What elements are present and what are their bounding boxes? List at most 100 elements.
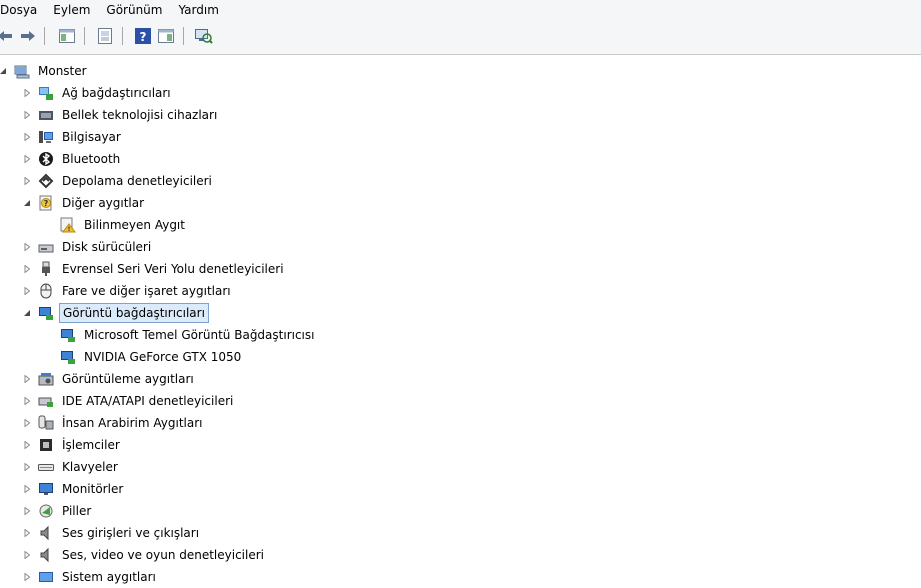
menu-help[interactable]: Yardım	[170, 0, 226, 20]
battery-icon	[38, 503, 54, 519]
tree-category-node[interactable]: Ses, video ve oyun denetleyicileri	[22, 544, 267, 566]
expand-arrow-icon[interactable]	[22, 506, 32, 516]
expand-arrow-icon[interactable]	[22, 572, 32, 582]
collapse-arrow-icon[interactable]	[0, 66, 8, 76]
tree-root-node[interactable]: Monster	[0, 60, 90, 82]
memory-device-icon	[38, 107, 54, 123]
tree-category-node[interactable]: Bellek teknolojisi cihazları	[22, 104, 220, 126]
tree-item-label: Piller	[62, 504, 92, 518]
tree-category-node[interactable]: Fare ve diğer işaret aygıtları	[22, 280, 234, 302]
menu-action[interactable]: Eylem	[45, 0, 98, 20]
console-tree-icon	[59, 29, 75, 43]
expand-arrow-icon[interactable]	[22, 528, 32, 538]
tree-category-node[interactable]: Görüntüleme aygıtları	[22, 368, 197, 390]
show-hide-action-pane-button[interactable]	[155, 26, 177, 46]
expand-arrow-icon[interactable]	[22, 176, 32, 186]
tree-item-label: Fare ve diğer işaret aygıtları	[62, 284, 231, 298]
menu-file[interactable]: Dosya	[0, 0, 45, 20]
device-tree: Monster Ağ bağdaştırıcıları Bellek teknolo…	[0, 59, 921, 587]
tree-item-label: Görüntüleme aygıtları	[62, 372, 194, 386]
tree-category-node[interactable]: Piller	[22, 500, 94, 522]
expand-arrow-icon[interactable]	[22, 110, 32, 120]
tree-item-label: Monster	[38, 64, 87, 78]
svg-text:?: ?	[140, 30, 147, 44]
toolbar-separator	[122, 27, 123, 45]
tree-category-node[interactable]: Bluetooth	[22, 148, 123, 170]
computer-root-icon	[14, 63, 30, 79]
expand-arrow-icon[interactable]	[22, 440, 32, 450]
tree-item-label: Monitörler	[62, 482, 124, 496]
forward-button[interactable]	[17, 26, 39, 46]
tree-category-node[interactable]: İnsan Arabirim Aygıtları	[22, 412, 206, 434]
action-pane-icon	[158, 29, 174, 43]
tree-category-node[interactable]: Ağ bağdaştırıcıları	[22, 82, 174, 104]
expand-arrow-icon[interactable]	[22, 550, 32, 560]
toolbar-separator	[84, 27, 85, 45]
tree-category-node[interactable]: Görüntü bağdaştırıcıları	[22, 302, 209, 324]
tree-item-label: Sistem aygıtları	[62, 570, 156, 584]
tree-category-node[interactable]: Bilgisayar	[22, 126, 124, 148]
tree-item-label: İşlemciler	[62, 438, 120, 452]
tree-category-node[interactable]: IDE ATA/ATAPI denetleyicileri	[22, 390, 236, 412]
other-devices-icon: ?	[38, 195, 54, 211]
expand-arrow-icon[interactable]	[22, 374, 32, 384]
tree-item-label: Depolama denetleyicileri	[62, 174, 212, 188]
back-button[interactable]	[0, 26, 16, 46]
help-button[interactable]: ?	[132, 26, 154, 46]
tree-category-node[interactable]: İşlemciler	[22, 434, 123, 456]
toolbar: ?	[0, 20, 921, 55]
svg-text:?: ?	[44, 199, 49, 208]
tree-item-label: Bluetooth	[62, 152, 121, 166]
expand-arrow-icon[interactable]	[22, 484, 32, 494]
system-device-icon	[38, 569, 54, 585]
menu-view[interactable]: Görünüm	[98, 0, 170, 20]
forward-arrow-icon	[21, 31, 35, 41]
expand-arrow-icon[interactable]	[22, 462, 32, 472]
tree-device-node[interactable]: NVIDIA GeForce GTX 1050	[44, 346, 244, 368]
tree-item-label: Klavyeler	[62, 460, 118, 474]
imaging-device-icon	[38, 371, 54, 387]
collapse-arrow-icon[interactable]	[22, 198, 32, 208]
expand-arrow-icon[interactable]	[22, 242, 32, 252]
toolbar-separator	[44, 27, 45, 45]
back-arrow-icon	[0, 31, 12, 41]
tree-category-node[interactable]: Disk sürücüleri	[22, 236, 154, 258]
properties-button[interactable]	[94, 26, 116, 46]
tree-item-label: Bellek teknolojisi cihazları	[62, 108, 218, 122]
collapse-arrow-icon[interactable]	[22, 308, 32, 318]
expand-arrow-icon[interactable]	[22, 154, 32, 164]
processor-icon	[38, 437, 54, 453]
tree-item-label: Ses girişleri ve çıkışları	[62, 526, 200, 540]
disk-drive-icon	[38, 239, 54, 255]
tree-category-node[interactable]: Monitörler	[22, 478, 126, 500]
display-adapter-icon	[60, 327, 76, 343]
tree-category-node[interactable]: ? Diğer aygıtlar	[22, 192, 147, 214]
tree-category-node[interactable]: Sistem aygıtları	[22, 566, 159, 588]
storage-controller-icon	[38, 173, 54, 189]
tree-item-label: Bilinmeyen Aygıt	[84, 218, 185, 232]
tree-item-label: Ses, video ve oyun denetleyicileri	[62, 548, 265, 562]
tree-item-label: Bilgisayar	[62, 130, 121, 144]
tree-device-node[interactable]: Bilinmeyen Aygıt	[44, 214, 188, 236]
tree-item-label: Microsoft Temel Görüntü Bağdaştırıcısı	[84, 328, 315, 342]
expand-arrow-icon[interactable]	[22, 418, 32, 428]
hid-icon	[38, 415, 54, 431]
tree-category-node[interactable]: Depolama denetleyicileri	[22, 170, 215, 192]
expand-arrow-icon[interactable]	[22, 88, 32, 98]
scan-hardware-icon	[195, 29, 213, 44]
tree-device-node[interactable]: Microsoft Temel Görüntü Bağdaştırıcısı	[44, 324, 317, 346]
scan-hardware-button[interactable]	[193, 26, 215, 46]
expand-arrow-icon[interactable]	[22, 286, 32, 296]
tree-category-node[interactable]: Klavyeler	[22, 456, 121, 478]
expand-arrow-icon[interactable]	[22, 132, 32, 142]
tree-category-node[interactable]: Ses girişleri ve çıkışları	[22, 522, 202, 544]
expand-arrow-icon[interactable]	[22, 264, 32, 274]
tree-category-node[interactable]: Evrensel Seri Veri Yolu denetleyicileri	[22, 258, 287, 280]
expand-arrow-icon[interactable]	[22, 396, 32, 406]
usb-icon	[38, 261, 54, 277]
show-hide-console-tree-button[interactable]	[56, 26, 78, 46]
tree-item-label: Disk sürücüleri	[62, 240, 152, 254]
